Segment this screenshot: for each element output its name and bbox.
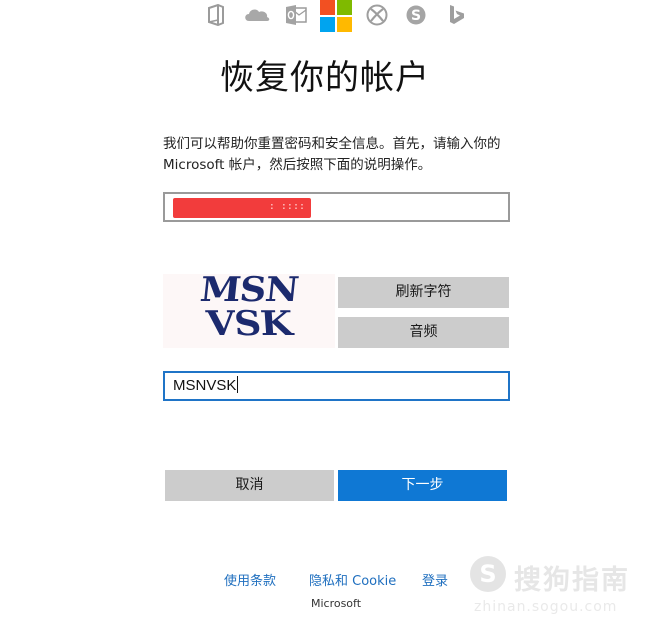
skype-icon[interactable]: S	[405, 4, 427, 26]
logo-red-square	[320, 0, 335, 15]
next-button[interactable]: 下一步	[338, 470, 507, 501]
logo-green-square	[337, 0, 352, 15]
xbox-icon[interactable]	[366, 4, 388, 26]
redacted-account-value: : ::::	[173, 198, 311, 218]
logo-yellow-square	[337, 17, 352, 32]
bing-icon[interactable]	[446, 4, 468, 26]
watermark-logo-icon: S	[470, 556, 506, 592]
office-icon[interactable]	[205, 4, 227, 26]
microsoft-logo[interactable]	[320, 0, 352, 32]
captcha-input[interactable]: MSNVSK	[163, 371, 510, 401]
redacted-fragment: : ::::	[268, 201, 305, 212]
instructions-text: 我们可以帮助你重置密码和安全信息。首先，请输入你的 Microsoft 帐户，然…	[163, 136, 501, 173]
captcha-input-value: MSNVSK	[173, 377, 237, 394]
refresh-characters-button[interactable]: 刷新字符	[338, 277, 509, 308]
account-input[interactable]: : ::::	[163, 192, 510, 222]
watermark-domain: zhinan.sogou.com	[474, 599, 618, 615]
captcha-image: MSN VSK	[163, 270, 335, 348]
outlook-icon[interactable]	[285, 4, 307, 26]
product-icon-row: S	[0, 0, 650, 34]
sogou-watermark: S 搜狗指南 zhinan.sogou.com	[470, 552, 645, 624]
page-title: 恢复你的帐户	[220, 58, 430, 98]
watermark-text: 搜狗指南	[514, 565, 630, 596]
logo-blue-square	[320, 17, 335, 32]
onedrive-icon[interactable]	[243, 4, 271, 26]
cancel-button[interactable]: 取消	[165, 470, 334, 501]
text-caret	[237, 376, 239, 393]
svg-text:S: S	[411, 8, 421, 24]
sign-in-link[interactable]: 登录	[422, 570, 448, 589]
captcha-line-2: VSK	[204, 304, 294, 344]
recover-account-page: S 恢复你的帐户 我们可以帮助你重置密码和安全信息。首先，请输入你的 Micro…	[0, 0, 650, 642]
terms-of-use-link[interactable]: 使用条款	[224, 570, 276, 589]
audio-button[interactable]: 音频	[338, 317, 509, 348]
privacy-cookies-link[interactable]: 隐私和 Cookie	[309, 570, 396, 589]
